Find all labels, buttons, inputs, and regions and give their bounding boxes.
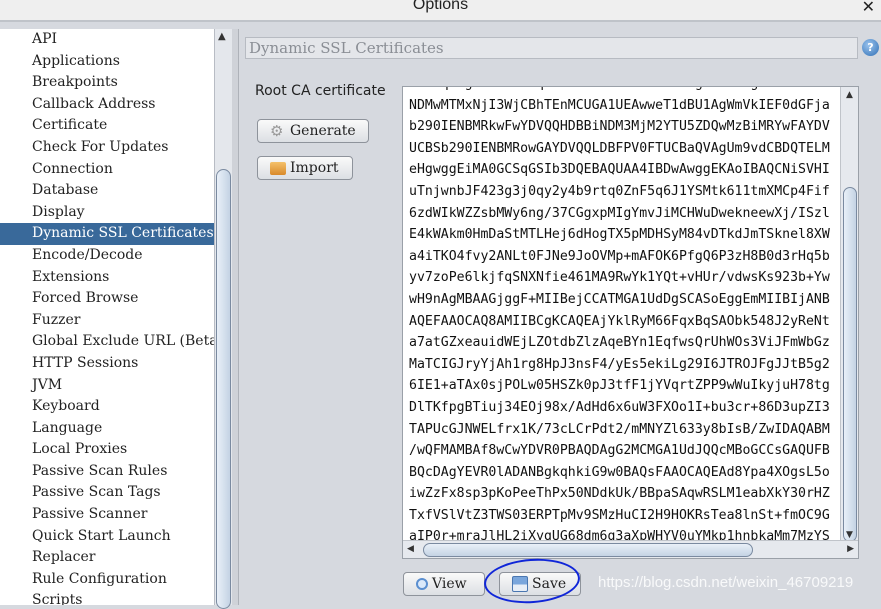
panel-header: Dynamic SSL Certificates xyxy=(245,37,858,59)
certificate-line: BQcDAgYEVR0lADANBgkqhkiG9w0BAQsFAAOCAQEA… xyxy=(409,464,830,480)
certificate-line: yv7zoPe6lkjfqSNXNfie461MA9RwYk1YQt+vHUr/… xyxy=(409,270,830,286)
certificate-line: UCBSb290IENBMRowGAYDVQQLDBFPV0FTUCBaQVAg… xyxy=(409,140,830,156)
sidebar-item[interactable]: Display xyxy=(0,202,214,224)
sidebar-item[interactable]: API xyxy=(0,29,214,51)
certificate-line: 6zdWIkWZZsbMWy6ng/37CGgxpMIgYmvJiMCHWuDw… xyxy=(409,205,830,221)
watermark: https://blog.csdn.net/weixin_46709219 xyxy=(598,574,854,591)
generate-label: Generate xyxy=(290,123,356,139)
sidebar-item[interactable]: Quick Start Launch xyxy=(0,526,214,548)
certificate-line: wH9nAgMBAAGjggF+MIIBejCCATMGA1UdDgSCASoE… xyxy=(409,291,830,307)
generate-button[interactable]: ⚙ Generate xyxy=(257,119,369,143)
certificate-line: TAPUcGJNWELfrx1K/73cLCrPdt2/mMNYZl633y8b… xyxy=(409,421,830,437)
sidebar-item[interactable]: Encode/Decode xyxy=(0,245,214,267)
scrollbar-thumb[interactable] xyxy=(423,543,753,557)
scroll-down-icon[interactable]: ▼ xyxy=(846,530,853,540)
certificate-line: NDMwMTMxNjI3WjCBhTEnMCUGA1UEAwweT1dBU1Ag… xyxy=(409,97,830,113)
certificate-line: MaTCIGJryYjAh1rg8HpJ3nsF4/yEs5ekiLg29I6J… xyxy=(409,356,830,372)
certificate-line: a4iTKO4fvy2ANLt0FJNe9JoOVMp+mAFOK6PfgQ6P… xyxy=(409,248,830,264)
sidebar-scrollbar[interactable]: ▲ xyxy=(214,29,232,609)
certificate-line: b290IENBMRkwFwYDVQQHDBBiNDM3MjM2YTU5ZDQw… xyxy=(409,119,830,135)
sidebar-item[interactable]: Certificate xyxy=(0,115,214,137)
sidebar-item[interactable]: Applications xyxy=(0,51,214,73)
scroll-up-icon[interactable]: ▲ xyxy=(846,90,853,100)
sidebar-item[interactable]: Database xyxy=(0,180,214,202)
gear-icon: ⚙ xyxy=(270,122,284,140)
sidebar-item[interactable]: Rule Configuration xyxy=(0,569,214,591)
certificate-line: uTnjwnbJF423g3j0qy2y4b9rtq0ZnF5q6J1YSMtk… xyxy=(409,183,830,199)
root-ca-label: Root CA certificate xyxy=(255,83,386,99)
certificate-line: oo8oqvRgoMvRuoo8qvRo8oxNoxAoo8zRAoonguRR… xyxy=(409,87,846,95)
sidebar-item[interactable]: Breakpoints xyxy=(0,72,214,94)
sidebar-item[interactable]: Keyboard xyxy=(0,396,214,418)
certificate-line: iwZzFx8sp3pKoPeeThPx50NDdkUk/BBpaSAqwRSL… xyxy=(409,486,830,502)
scrollbar-thumb[interactable] xyxy=(843,187,857,542)
certificate-line: TxfVSlVtZ3TWS03ERPTpMv9SMzHuCI2H9HOKRsTe… xyxy=(409,507,830,523)
sidebar-item[interactable]: Connection xyxy=(0,159,214,181)
sidebar-item[interactable]: Passive Scan Rules xyxy=(0,461,214,483)
certificate-textarea[interactable]: oo8oqvRgoMvRuoo8qvRo8oxNoxAoo8zRAoonguRR… xyxy=(402,86,859,559)
certificate-line: eHgwggEiMA0GCSqGSIb3DQEBAQUAA4IBDwAwggEK… xyxy=(409,162,830,178)
magnifier-icon xyxy=(416,578,428,590)
certificate-line: a7atGZxeauidWEjLZOtdbZlzAqeBYn1EqfwsQrUh… xyxy=(409,335,830,351)
sidebar-item[interactable]: Local Proxies xyxy=(0,439,214,461)
certificate-text: oo8oqvRgoMvRuoo8qvRo8oxNoxAoo8zRAoonguRR… xyxy=(409,87,846,558)
help-icon[interactable]: ? xyxy=(862,39,879,56)
text-vertical-scrollbar[interactable]: ▲ ▼ xyxy=(840,87,858,542)
window-title: Options xyxy=(412,0,469,13)
certificate-line: /wQFMAMBAf8wCwYDVR0PBAQDAgG2MCMGA1UdJQQc… xyxy=(409,443,830,459)
view-button[interactable]: View xyxy=(403,572,485,596)
sidebar-item[interactable]: Global Exclude URL (Beta) xyxy=(0,331,214,353)
options-panel: Dynamic SSL Certificates ? Root CA certi… xyxy=(238,29,881,605)
text-horizontal-scrollbar[interactable]: ◀ ▶ xyxy=(403,540,858,558)
sidebar-item[interactable]: Forced Browse xyxy=(0,288,214,310)
sidebar-item[interactable]: Scripts xyxy=(0,590,214,605)
scroll-up-icon[interactable]: ▲ xyxy=(218,31,226,42)
sidebar-item[interactable]: HTTP Sessions xyxy=(0,353,214,375)
scrollbar-thumb[interactable] xyxy=(216,169,231,609)
import-button[interactable]: Import xyxy=(257,156,353,180)
certificate-line: AQEFAAOCAQ8AMIIBCgKCAQEAjYklRyM66FqxBqSA… xyxy=(409,313,830,329)
sidebar-item[interactable]: Dynamic SSL Certificates xyxy=(0,223,214,245)
sidebar-item[interactable]: Check For Updates xyxy=(0,137,214,159)
certificate-line: E4kWAkm0HmDaStMTLHej6dHogTX5pMDHSyM84vDT… xyxy=(409,227,830,243)
options-sidebar: API Applications Breakpoints Callback Addre… xyxy=(0,29,214,605)
sidebar-item[interactable]: Extensions xyxy=(0,267,214,289)
certificate-line: 6IE1+aTAx0sjPOLw05HSZk0pJ3tfF1jYVqrtZPP9… xyxy=(409,378,830,394)
folder-icon xyxy=(270,161,286,175)
scroll-right-icon[interactable]: ▶ xyxy=(847,544,854,554)
close-icon[interactable]: ✕ xyxy=(862,0,875,16)
certificate-line: DlTKfpgBTiuj34EOj98x/AdHd6x6uW3FXOo1I+bu… xyxy=(409,399,830,415)
import-label: Import xyxy=(290,160,339,176)
sidebar-item[interactable]: Fuzzer xyxy=(0,310,214,332)
sidebar-item[interactable]: Passive Scan Tags xyxy=(0,482,214,504)
title-bar: Options ✕ xyxy=(0,0,881,22)
sidebar-item[interactable]: Callback Address xyxy=(0,94,214,116)
view-label: View xyxy=(432,576,467,592)
sidebar-item[interactable]: JVM xyxy=(0,375,214,397)
sidebar-item[interactable]: Language xyxy=(0,418,214,440)
sidebar-item[interactable]: Replacer xyxy=(0,547,214,569)
sidebar-item[interactable]: Passive Scanner xyxy=(0,504,214,526)
scroll-left-icon[interactable]: ◀ xyxy=(407,544,414,554)
